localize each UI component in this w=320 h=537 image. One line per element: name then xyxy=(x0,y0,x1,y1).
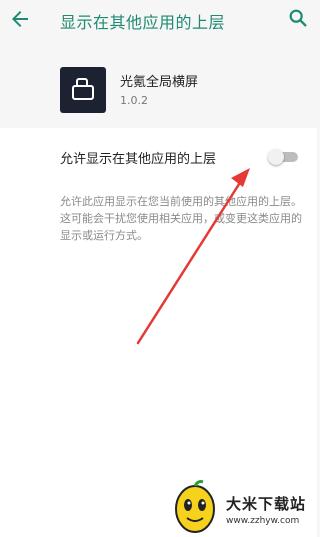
app-name: 光氪全局横屏 xyxy=(120,75,199,90)
settings-content xyxy=(0,128,317,537)
app-version: 1.0.2 xyxy=(120,94,148,107)
app-icon xyxy=(60,67,106,113)
toggle-thumb xyxy=(268,149,284,165)
arrow-back-icon[interactable] xyxy=(8,7,32,31)
watermark-url: www.zzhyw.com xyxy=(226,516,300,526)
page-title: 显示在其他应用的上层 xyxy=(60,13,226,32)
rotate-screen-icon xyxy=(72,78,94,100)
app-bar: 显示在其他应用的上层 xyxy=(0,0,317,40)
permission-description: 允许此应用显示在您当前使用的其他应用的上层。这可能会干扰您使用相关应用，或变更这… xyxy=(60,195,302,242)
watermark-mascot-icon xyxy=(175,480,215,533)
watermark-title: 大米下载站 xyxy=(226,495,307,513)
permission-toggle[interactable] xyxy=(268,148,300,166)
permission-label[interactable]: 允许显示在其他应用的上层 xyxy=(60,148,216,167)
search-icon[interactable] xyxy=(287,7,309,29)
